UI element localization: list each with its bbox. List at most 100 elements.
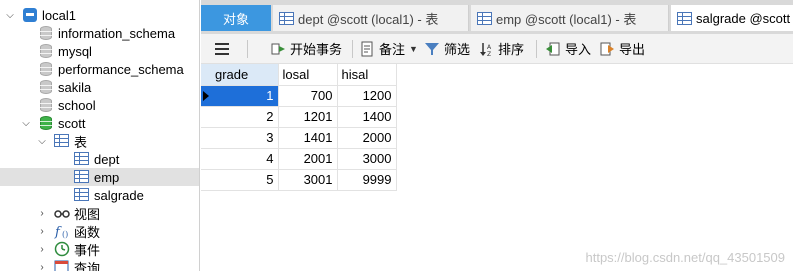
cell-value: 1: [266, 88, 274, 103]
folder-label: 视图: [74, 206, 101, 222]
column-header-hisal[interactable]: hisal: [337, 64, 397, 86]
filter-label: 筛选: [443, 42, 470, 57]
database-icon: [38, 25, 54, 41]
divider: [247, 39, 248, 58]
table-folder-icon: [54, 133, 70, 149]
import-icon: [545, 41, 561, 57]
tab-label: 对象: [222, 11, 249, 27]
table-row[interactable]: 1 700 1200: [201, 85, 397, 107]
tree-folder-tables[interactable]: ⌵ 表: [0, 132, 199, 150]
table-row[interactable]: 4 2001 3000: [201, 148, 397, 170]
cell-hisal[interactable]: 1400: [337, 106, 397, 128]
cell-losal[interactable]: 3001: [278, 169, 338, 191]
tree-connection-local1[interactable]: ⌵ local1: [0, 6, 199, 24]
database-icon: [38, 61, 54, 77]
table-label: emp: [94, 169, 120, 185]
tree-db-school[interactable]: school: [0, 96, 199, 114]
folder-label: 函数: [74, 224, 101, 240]
cell-grade[interactable]: 3: [201, 127, 279, 149]
chevron-down-icon[interactable]: ⌵: [36, 135, 48, 147]
divider: [352, 39, 354, 58]
cell-grade[interactable]: 1: [201, 85, 279, 107]
tab-salgrade[interactable]: salgrade @scott: [671, 5, 793, 31]
data-grid: grade losal hisal 1 700 1200 2 1201 1400…: [201, 64, 397, 191]
tree-db-performance_schema[interactable]: performance_schema: [0, 60, 199, 78]
tab-label: salgrade @scott: [696, 10, 791, 26]
view-icon: [54, 205, 70, 221]
database-label: information_schema: [58, 25, 176, 41]
database-icon: [38, 43, 54, 59]
tab-bar: 对象 dept @scott (local1) - 表 emp @scott (…: [201, 0, 793, 34]
connection-icon: [22, 7, 38, 23]
svg-text:f: f: [54, 225, 62, 239]
sort-icon: AZ: [478, 41, 494, 58]
navigator-pane: ⌵ local1 information_schema mysql perfor…: [0, 0, 200, 271]
table-icon: [74, 169, 90, 185]
tab-dept[interactable]: dept @scott (local1) - 表: [273, 5, 469, 31]
current-row-icon: [203, 90, 209, 101]
tree-folder-queries[interactable]: › 查询: [0, 258, 199, 271]
database-open-icon: [38, 115, 54, 131]
cell-losal[interactable]: 1201: [278, 106, 338, 128]
tab-objects[interactable]: 对象: [201, 5, 271, 31]
table-row[interactable]: 2 1201 1400: [201, 106, 397, 128]
cell-losal[interactable]: 700: [278, 85, 338, 107]
export-label: 导出: [619, 42, 646, 57]
tree-folder-events[interactable]: › 事件: [0, 240, 199, 258]
folder-label: 表: [74, 134, 88, 150]
cell-losal[interactable]: 1401: [278, 127, 338, 149]
sort-button[interactable]: AZ 排序: [478, 38, 524, 60]
tree-folder-functions[interactable]: › f() 函数: [0, 222, 199, 241]
tab-label: emp @scott (local1) - 表: [496, 11, 637, 27]
cell-hisal[interactable]: 1200: [337, 85, 397, 107]
tree-table-emp[interactable]: emp: [0, 168, 199, 186]
cell-grade[interactable]: 4: [201, 148, 279, 170]
tree-db-mysql[interactable]: mysql: [0, 42, 199, 60]
tree-db-scott[interactable]: ⌵ scott: [0, 114, 199, 132]
table-icon: [74, 187, 90, 203]
table-row[interactable]: 5 3001 9999: [201, 169, 397, 191]
cell-losal[interactable]: 2001: [278, 148, 338, 170]
cell-hisal[interactable]: 9999: [337, 169, 397, 191]
table-row[interactable]: 3 1401 2000: [201, 127, 397, 149]
note-label: 备注: [379, 42, 406, 57]
chevron-right-icon[interactable]: ›: [36, 243, 48, 255]
database-label: scott: [58, 115, 86, 131]
table-icon: [677, 11, 692, 25]
tab-label: dept @scott (local1) - 表: [298, 11, 439, 27]
export-button[interactable]: 导出: [599, 38, 645, 60]
chevron-right-icon[interactable]: ›: [36, 261, 48, 271]
folder-label: 事件: [74, 242, 101, 258]
tree-table-salgrade[interactable]: salgrade: [0, 186, 199, 204]
svg-text:Z: Z: [487, 51, 491, 57]
begin-transaction-button[interactable]: 开始事务: [270, 38, 342, 60]
database-label: mysql: [58, 43, 92, 59]
note-button[interactable]: 备注 ▼: [359, 38, 418, 60]
menu-button[interactable]: [215, 38, 241, 60]
tree-db-information_schema[interactable]: information_schema: [0, 24, 199, 42]
connection-label: local1: [42, 7, 76, 23]
tree-table-dept[interactable]: dept: [0, 150, 199, 168]
cell-hisal[interactable]: 2000: [337, 127, 397, 149]
tab-emp[interactable]: emp @scott (local1) - 表: [471, 5, 669, 31]
database-label: school: [58, 97, 96, 113]
column-header-losal[interactable]: losal: [278, 64, 338, 86]
database-label: sakila: [58, 79, 92, 95]
cell-grade[interactable]: 5: [201, 169, 279, 191]
chevron-down-icon[interactable]: ⌵: [20, 117, 32, 129]
tree-folder-views[interactable]: › 视图: [0, 204, 199, 222]
table-icon: [477, 11, 492, 25]
tree-db-sakila[interactable]: sakila: [0, 78, 199, 96]
column-header-grade[interactable]: grade: [201, 64, 279, 86]
filter-button[interactable]: 筛选: [424, 38, 470, 60]
note-icon: [359, 41, 375, 57]
chevron-right-icon[interactable]: ›: [36, 225, 48, 237]
event-icon: [54, 241, 70, 257]
chevron-down-icon[interactable]: ⌵: [4, 9, 16, 21]
chevron-right-icon[interactable]: ›: [36, 207, 48, 219]
toolbar: 开始事务 备注 ▼ 筛选 AZ 排序 导入 导出: [201, 34, 793, 64]
cell-hisal[interactable]: 3000: [337, 148, 397, 170]
function-icon: f(): [54, 223, 70, 240]
cell-grade[interactable]: 2: [201, 106, 279, 128]
import-button[interactable]: 导入: [545, 38, 591, 60]
